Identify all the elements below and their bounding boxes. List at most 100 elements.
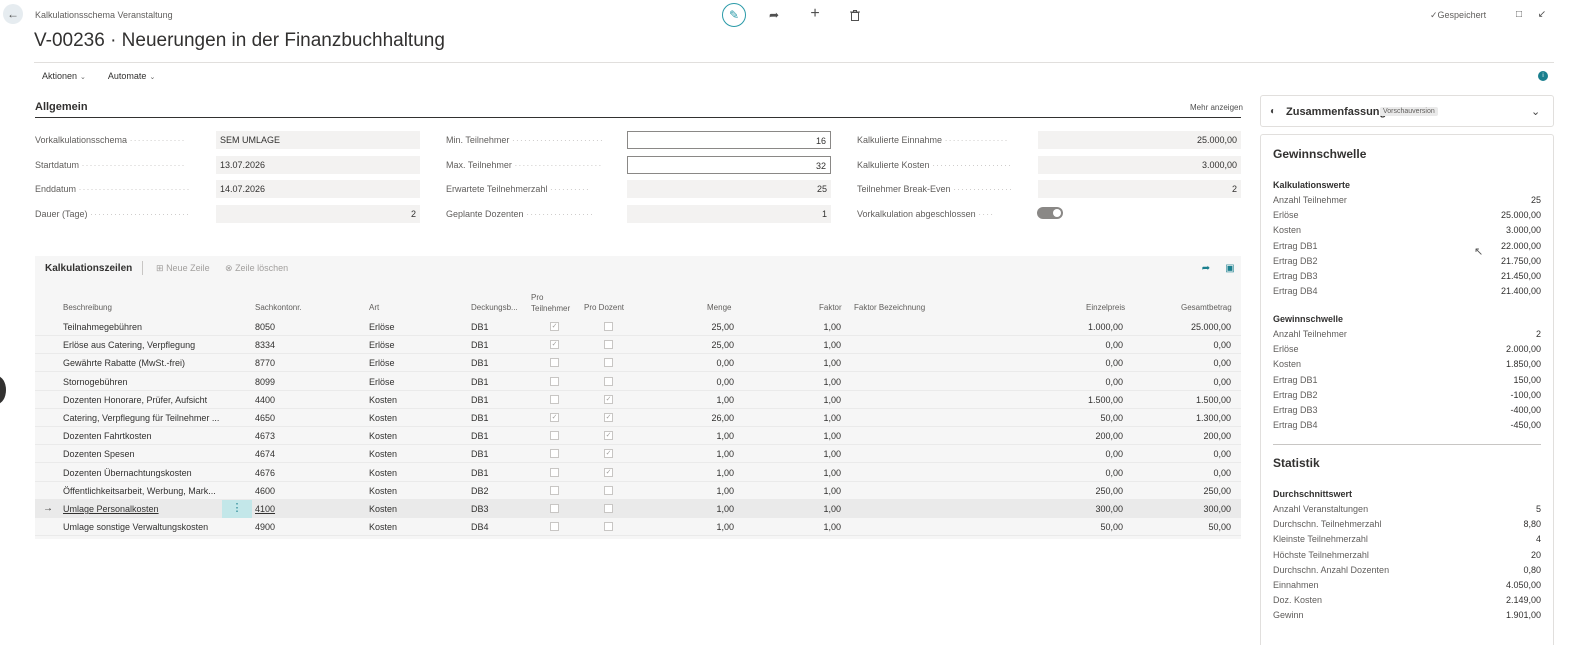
side-handle[interactable] (0, 376, 6, 404)
cell-m[interactable]: 0,00 (665, 358, 734, 368)
cell-f[interactable]: 1,00 (775, 504, 841, 514)
kalk-value[interactable]: 25.000,00 (1501, 210, 1541, 220)
gew-value[interactable]: 2.000,00 (1506, 344, 1541, 354)
cell-g[interactable]: 200,00 (1135, 431, 1231, 441)
cell-a[interactable]: Erlöse (369, 322, 429, 332)
cell-d[interactable]: DB1 (471, 377, 511, 387)
pro-dozent-checkbox[interactable]: ✓ (604, 394, 613, 404)
cell-b[interactable]: Teilnahmegebühren (63, 322, 228, 332)
cell-e[interactable]: 50,00 (1035, 413, 1123, 423)
dw-value[interactable]: 1.901,00 (1506, 610, 1541, 620)
cell-a[interactable]: Erlöse (369, 377, 429, 387)
cell-f[interactable]: 1,00 (775, 358, 841, 368)
cell-f[interactable]: 1,00 (775, 522, 841, 532)
cell-f[interactable]: 1,00 (775, 431, 841, 441)
table-row[interactable]: Dozenten Übernachtungskosten 4676 Kosten DB… (35, 464, 1241, 482)
back-button[interactable]: ← (3, 4, 23, 24)
edit-button[interactable]: ✎ (722, 3, 746, 27)
cell-e[interactable]: 0,00 (1035, 377, 1123, 387)
lines-title[interactable]: Kalkulationszeilen (45, 263, 132, 274)
automate-menu[interactable]: Automate ⌄ (108, 71, 155, 81)
pro-dozent-checkbox[interactable] (604, 340, 613, 350)
col-faktor[interactable]: Faktor (819, 303, 842, 312)
allgemein-title[interactable]: Allgemein (35, 101, 88, 113)
cell-d[interactable]: DB1 (471, 413, 511, 423)
col-art[interactable]: Art (369, 303, 379, 312)
cell-d[interactable]: DB1 (471, 431, 511, 441)
col-pro-dozent[interactable]: Pro Dozent (584, 303, 624, 312)
min-teilnehmer-input[interactable]: 16 (627, 131, 831, 149)
table-row[interactable]: → ⋮ Umlage Personalkosten 4100 Kosten DB3 1,00… (35, 500, 1241, 518)
col-deckungsbeitrag[interactable]: Deckungsb... (471, 303, 518, 312)
cell-s[interactable]: 4400 (255, 395, 335, 405)
cell-b[interactable]: Catering, Verpflegung für Teilnehmer ... (63, 413, 228, 423)
vorkalkulation-abgeschlossen-toggle[interactable] (1037, 207, 1063, 219)
cell-a[interactable]: Erlöse (369, 340, 429, 350)
cell-m[interactable]: 25,00 (665, 322, 734, 332)
share-button[interactable]: ➦ (765, 6, 783, 24)
cell-a[interactable]: Kosten (369, 486, 429, 496)
pro-dozent-checkbox[interactable] (604, 504, 613, 513)
table-row[interactable]: Dozenten Spesen 4674 Kosten DB1 1,00 1,00 0,00… (35, 445, 1241, 464)
pro-teilnehmer-checkbox[interactable] (550, 394, 559, 404)
cell-s[interactable]: 4100 (255, 504, 335, 514)
pro-teilnehmer-checkbox[interactable]: ✓ (550, 340, 559, 350)
gew-value[interactable]: -100,00 (1510, 390, 1541, 400)
cell-s[interactable]: 4900 (255, 522, 335, 532)
cell-s[interactable]: 4600 (255, 486, 335, 496)
cell-a[interactable]: Kosten (369, 413, 429, 423)
cell-b[interactable]: Umlage Personalkosten (63, 504, 228, 514)
gew-value[interactable]: -400,00 (1510, 405, 1541, 415)
cell-a[interactable]: Erlöse (369, 358, 429, 368)
pro-dozent-checkbox[interactable] (604, 522, 613, 532)
cell-s[interactable]: 4674 (255, 449, 335, 459)
cell-b[interactable]: Dozenten Honorare, Prüfer, Aufsicht (63, 395, 228, 405)
pro-teilnehmer-checkbox[interactable] (550, 449, 559, 459)
col-pro-teilnehmer-1[interactable]: Pro (531, 293, 543, 302)
cell-d[interactable]: DB1 (471, 322, 511, 332)
cell-b[interactable]: Öffentlichkeitsarbeit, Werbung, Mark... (63, 486, 228, 496)
lines-share-button[interactable]: ➦ (1199, 261, 1213, 275)
cell-s[interactable]: 4676 (255, 468, 335, 478)
collapse-button[interactable]: ↙ (1535, 7, 1549, 21)
cell-m[interactable]: 1,00 (665, 449, 734, 459)
pro-teilnehmer-checkbox[interactable] (550, 376, 559, 386)
cell-a[interactable]: Kosten (369, 504, 429, 514)
cell-m[interactable]: 1,00 (665, 431, 734, 441)
pro-dozent-checkbox[interactable] (604, 485, 613, 495)
cell-e[interactable]: 200,00 (1035, 431, 1123, 441)
col-beschreibung[interactable]: Beschreibung (63, 303, 112, 312)
pro-dozent-checkbox[interactable] (604, 358, 613, 368)
kalk-value[interactable]: 21.750,00 (1501, 256, 1541, 266)
lines-expand-button[interactable]: ▣ (1223, 261, 1237, 275)
table-row[interactable]: Erlöse aus Catering, Verpflegung 8334 Erlö… (35, 336, 1241, 355)
cell-g[interactable]: 50,00 (1135, 522, 1231, 532)
table-row[interactable]: Umlage sonstige Verwaltungskosten 4900 Kos… (35, 518, 1241, 537)
cell-a[interactable]: Kosten (369, 468, 429, 478)
table-row[interactable]: Dozenten Honorare, Prüfer, Aufsicht 4400 K… (35, 391, 1241, 409)
cell-d[interactable]: DB1 (471, 340, 511, 350)
kalk-value[interactable]: 25 (1531, 195, 1541, 205)
kalk-value[interactable]: 22.000,00 (1501, 241, 1541, 251)
cell-b[interactable]: Umlage sonstige Verwaltungskosten (63, 522, 228, 532)
cell-g[interactable]: 1.300,00 (1135, 413, 1231, 423)
show-more-link[interactable]: Mehr anzeigen (1190, 103, 1243, 112)
cell-a[interactable]: Kosten (369, 395, 429, 405)
cell-a[interactable]: Kosten (369, 449, 429, 459)
table-row[interactable]: Öffentlichkeitsarbeit, Werbung, Mark... 4… (35, 482, 1241, 500)
cell-e[interactable]: 300,00 (1035, 504, 1123, 514)
cell-g[interactable]: 0,00 (1135, 377, 1231, 387)
cell-f[interactable]: 1,00 (775, 486, 841, 496)
open-new-window-button[interactable]: □ (1512, 7, 1526, 21)
cell-b[interactable]: Stornogebühren (63, 377, 228, 387)
col-pro-teilnehmer-2[interactable]: Teilnehmer (531, 304, 570, 313)
pro-teilnehmer-checkbox[interactable]: ✓ (550, 322, 559, 331)
dw-value[interactable]: 4 (1536, 534, 1541, 544)
gew-value[interactable]: 2 (1536, 329, 1541, 339)
cell-f[interactable]: 1,00 (775, 377, 841, 387)
cell-m[interactable]: 1,00 (665, 468, 734, 478)
cell-d[interactable]: DB2 (471, 486, 511, 496)
cell-e[interactable]: 1.500,00 (1035, 395, 1123, 405)
cell-e[interactable]: 0,00 (1035, 449, 1123, 459)
cell-e[interactable]: 50,00 (1035, 522, 1123, 532)
